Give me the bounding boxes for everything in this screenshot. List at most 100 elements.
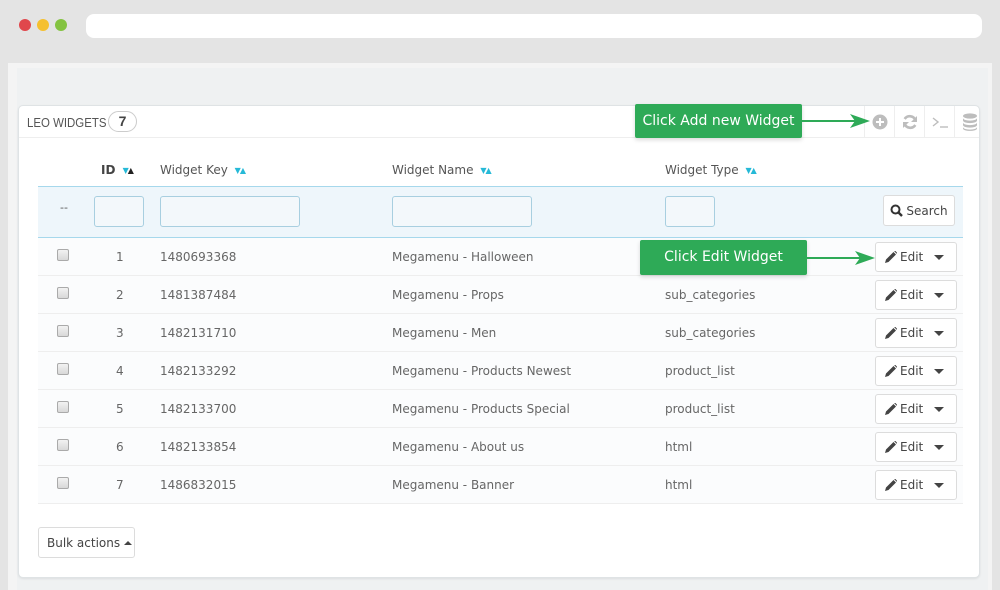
sort-arrows: ▼▲ — [745, 166, 757, 175]
filter-widget-key-input[interactable] — [160, 196, 300, 227]
search-button[interactable]: Search — [883, 195, 955, 226]
sql-query-button[interactable] — [924, 106, 954, 138]
filter-widget-name-input[interactable] — [392, 196, 532, 227]
add-widget-callout: Click Add new Widget — [635, 104, 802, 138]
filter-id-input[interactable] — [94, 196, 144, 227]
row-checkbox[interactable] — [57, 439, 69, 451]
address-bar[interactable] — [86, 14, 982, 38]
cell-widget-name: Megamenu - Products Newest — [392, 364, 572, 378]
cell-widget-key: 1482133854 — [160, 440, 237, 454]
table-row: 2 1481387484 Megamenu - Props sub_categorie… — [38, 276, 963, 314]
cell-id: 1 — [116, 250, 124, 264]
table-row: 6 1482133854 Megamenu - About us html Edit — [38, 428, 963, 466]
column-header-id[interactable]: ID ▼▲ — [101, 163, 134, 177]
edit-button[interactable]: Edit — [875, 242, 957, 272]
dropdown-caret-icon[interactable] — [934, 407, 944, 412]
sql-query-icon — [932, 117, 948, 128]
column-header-widget-key[interactable]: Widget Key ▼▲ — [160, 163, 246, 177]
dropdown-caret-icon[interactable] — [934, 445, 944, 450]
sort-asc-icon[interactable]: ▲ — [485, 166, 491, 175]
sort-arrows: ▼▲ — [123, 166, 134, 175]
cell-widget-type: html — [665, 440, 693, 454]
close-window-dot[interactable] — [19, 19, 31, 31]
cell-id: 7 — [116, 478, 124, 492]
dropdown-caret-icon[interactable] — [934, 483, 944, 488]
row-checkbox[interactable] — [57, 325, 69, 337]
edit-button[interactable]: Edit — [875, 432, 957, 462]
cell-widget-name: Megamenu - Men — [392, 326, 497, 340]
maximize-window-dot[interactable] — [55, 19, 67, 31]
minimize-window-dot[interactable] — [37, 19, 49, 31]
cell-widget-type: product_list — [665, 402, 735, 416]
bulk-actions-button[interactable]: Bulk actions — [38, 527, 135, 558]
pencil-icon — [885, 365, 897, 377]
filter-widget-type-input[interactable] — [665, 196, 715, 227]
cell-widget-name: Megamenu - Props — [392, 288, 504, 302]
cell-widget-type: product_list — [665, 364, 735, 378]
dropdown-caret-icon[interactable] — [934, 331, 944, 336]
row-checkbox[interactable] — [57, 363, 69, 375]
pencil-icon — [885, 479, 897, 491]
sort-arrows: ▼▲ — [235, 166, 246, 175]
sort-asc-icon[interactable]: ▲ — [128, 166, 134, 175]
cell-widget-key: 1486832015 — [160, 478, 237, 492]
edit-button[interactable]: Edit — [875, 356, 957, 386]
sort-asc-icon[interactable]: ▲ — [240, 166, 246, 175]
dropdown-caret-icon[interactable] — [934, 293, 944, 298]
browser-chrome — [0, 0, 1000, 52]
widget-count-badge: 7 — [108, 111, 137, 132]
row-checkbox[interactable] — [57, 287, 69, 299]
sort-asc-icon[interactable]: ▲ — [751, 166, 757, 175]
column-header-widget-type[interactable]: Widget Type ▼▲ — [665, 163, 757, 177]
table-row: 4 1482133292 Megamenu - Products Newest pro… — [38, 352, 963, 390]
cell-widget-key: 1482133700 — [160, 402, 237, 416]
dropdown-caret-icon[interactable] — [934, 369, 944, 374]
refresh-icon — [902, 114, 917, 130]
cell-id: 5 — [116, 402, 124, 416]
database-icon — [962, 113, 977, 131]
cell-widget-key: 1481387484 — [160, 288, 237, 302]
cell-widget-name: Megamenu - Banner — [392, 478, 515, 492]
edit-button[interactable]: Edit — [875, 318, 957, 348]
edit-button[interactable]: Edit — [875, 470, 957, 500]
search-icon — [890, 204, 904, 217]
cell-id: 2 — [116, 288, 124, 302]
callout-arrow-add — [802, 114, 870, 128]
callout-arrow-edit — [807, 251, 875, 265]
column-header-widget-name[interactable]: Widget Name ▼▲ — [392, 163, 492, 177]
cell-id: 4 — [116, 364, 124, 378]
table-row: 7 1486832015 Megamenu - Banner html Edit — [38, 466, 963, 504]
cell-widget-type: html — [665, 478, 693, 492]
cell-id: 6 — [116, 440, 124, 454]
cell-widget-name: Megamenu - Halloween — [392, 250, 534, 264]
table-row: 5 1482133700 Megamenu - Products Special pr… — [38, 390, 963, 428]
pencil-icon — [885, 251, 897, 263]
row-checkbox[interactable] — [57, 249, 69, 261]
sort-arrows: ▼▲ — [480, 166, 491, 175]
cell-widget-key: 1482131710 — [160, 326, 237, 340]
cell-widget-type: sub_categories — [665, 326, 756, 340]
cell-widget-key: 1480693368 — [160, 250, 237, 264]
export-database-button[interactable] — [954, 106, 984, 138]
caret-up-icon — [124, 540, 133, 545]
refresh-list-button[interactable] — [894, 106, 924, 138]
row-checkbox[interactable] — [57, 477, 69, 489]
pencil-icon — [885, 441, 897, 453]
edit-button[interactable]: Edit — [875, 394, 957, 424]
filter-dash: -- — [60, 201, 68, 214]
pencil-icon — [885, 327, 897, 339]
cell-id: 3 — [116, 326, 124, 340]
cell-widget-key: 1482133292 — [160, 364, 237, 378]
row-checkbox[interactable] — [57, 401, 69, 413]
panel-title: LEO WIDGETS — [27, 115, 107, 130]
pencil-icon — [885, 403, 897, 415]
filter-row: -- Search — [38, 186, 963, 238]
edit-button[interactable]: Edit — [875, 280, 957, 310]
cell-widget-name: Megamenu - Products Special — [392, 402, 570, 416]
pencil-icon — [885, 289, 897, 301]
cell-widget-name: Megamenu - About us — [392, 440, 525, 454]
cell-widget-type: sub_categories — [665, 288, 756, 302]
dropdown-caret-icon[interactable] — [934, 255, 944, 260]
add-new-icon — [872, 114, 887, 130]
table-row: 3 1482131710 Megamenu - Men sub_categories E… — [38, 314, 963, 352]
